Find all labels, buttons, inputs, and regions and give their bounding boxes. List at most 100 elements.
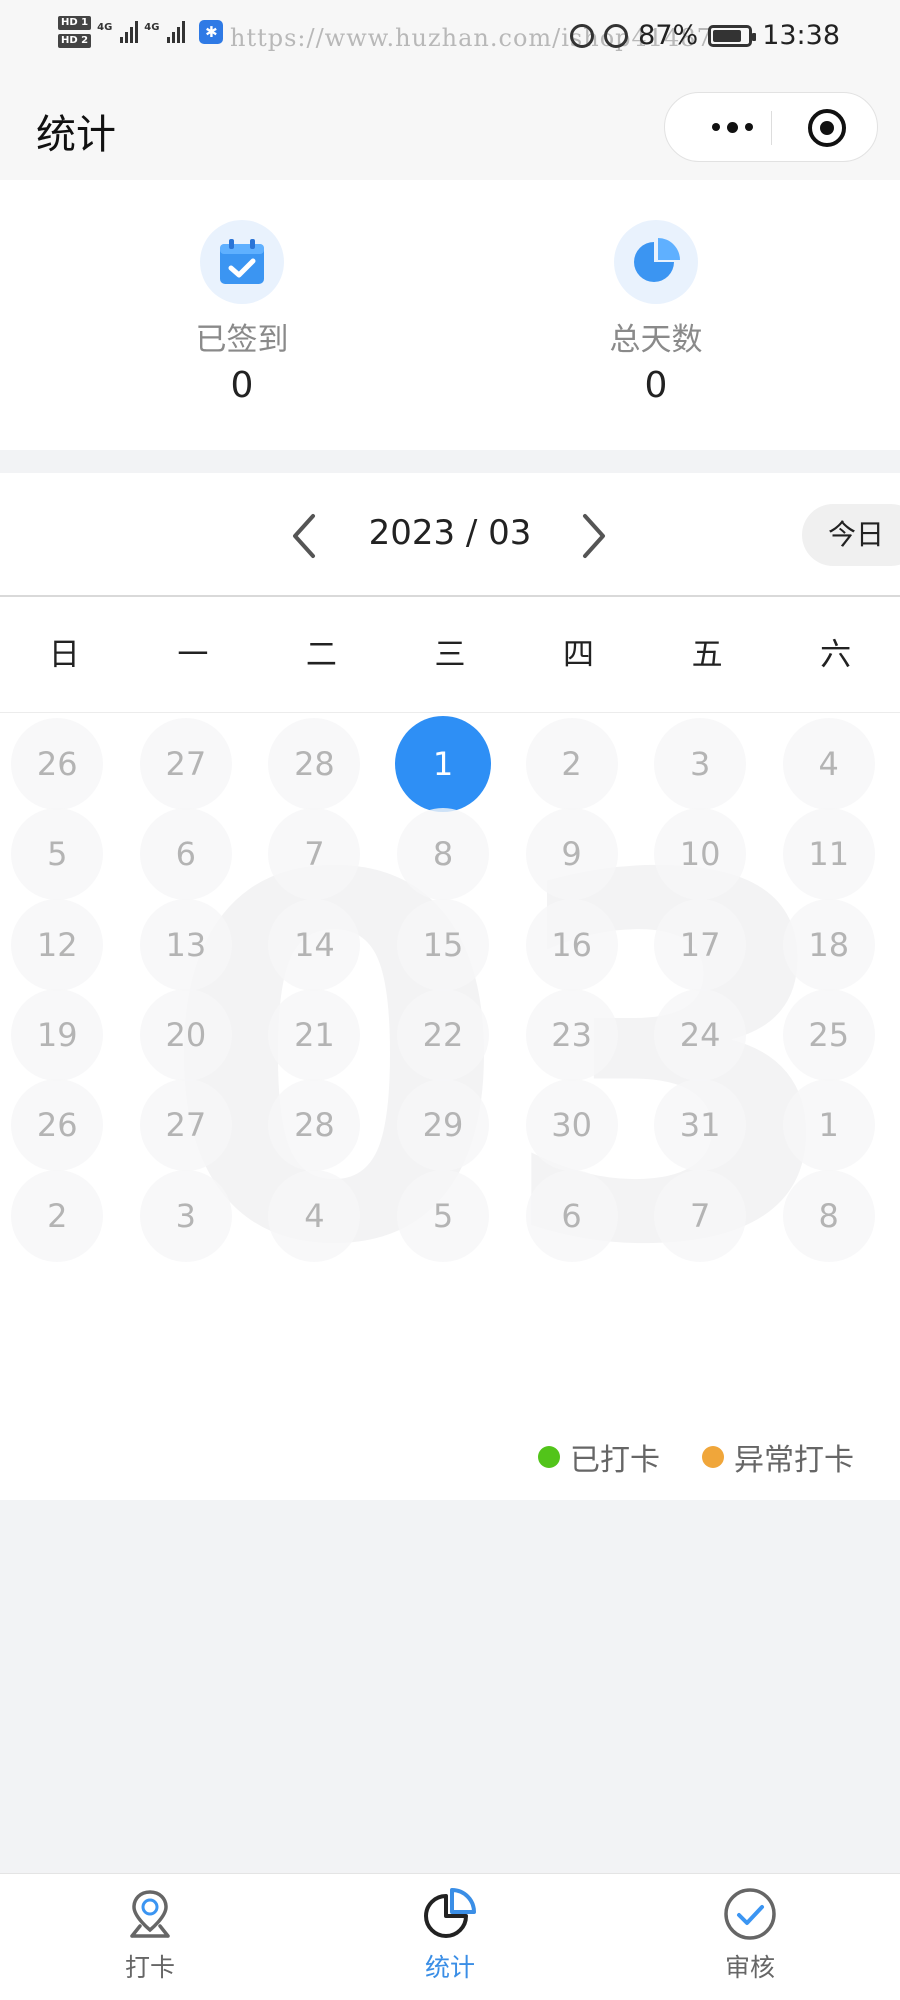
- calendar-day[interactable]: 23: [525, 988, 618, 1081]
- stats-panel: 已签到 0 总天数 0: [0, 180, 900, 450]
- nav-bar: 统计: [0, 80, 900, 180]
- tab-label: 统计: [424, 1953, 475, 1982]
- calendar-day[interactable]: 28: [268, 718, 361, 810]
- status-bar: HD 1 HD 2 4G 4G ✱ https://www.huzhan.com…: [0, 0, 900, 80]
- calendar-day[interactable]: 3: [139, 1169, 232, 1262]
- tab-check-in[interactable]: 打卡: [70, 1882, 230, 1984]
- network-type-2: 4G: [144, 22, 160, 33]
- tab-label: 打卡: [124, 1953, 175, 1982]
- calendar-day[interactable]: 15: [397, 898, 489, 991]
- calendar-day[interactable]: 27: [139, 718, 232, 810]
- legend: 已打卡 异常打卡: [0, 1435, 900, 1478]
- calendar-day[interactable]: 12: [11, 898, 104, 991]
- calendar-day[interactable]: 2: [525, 718, 618, 810]
- hd1-badge: HD 1: [58, 16, 92, 30]
- today-button[interactable]: 今日: [802, 504, 900, 566]
- mini-program-capsule: [664, 92, 878, 162]
- calendar-day[interactable]: 30: [525, 1079, 618, 1172]
- calendar-header: 2023 / 03 今日: [0, 473, 900, 597]
- month-label: 2023 / 03: [368, 513, 532, 553]
- hd2-badge: HD 2: [58, 34, 92, 48]
- calendar-day[interactable]: 1: [782, 1079, 875, 1172]
- calendar-day[interactable]: 9: [525, 808, 618, 901]
- pie-chart-icon: [370, 1882, 530, 1946]
- calendar-day[interactable]: 18: [782, 898, 875, 991]
- legend-item-abnormal: 异常打卡: [702, 1435, 854, 1479]
- status-left: HD 1 HD 2 4G 4G ✱: [58, 16, 224, 48]
- check-circle-icon: [670, 1882, 830, 1946]
- stat-signed-in: 已签到 0: [132, 220, 352, 406]
- hd-badges: HD 1 HD 2: [58, 16, 92, 48]
- status-time: 13:38: [762, 20, 840, 51]
- legend-label: 已打卡: [570, 1443, 660, 1478]
- tab-review[interactable]: 审核: [670, 1882, 830, 1984]
- calendar-day[interactable]: 13: [139, 898, 232, 991]
- calendar-day[interactable]: 19: [11, 988, 104, 1081]
- calendar-day[interactable]: 26: [11, 1079, 104, 1172]
- tab-label: 审核: [724, 1953, 775, 1982]
- calendar-day[interactable]: 10: [654, 808, 747, 901]
- legend-dot: [702, 1446, 724, 1468]
- calendar-day[interactable]: 5: [11, 808, 104, 901]
- more-dots-icon[interactable]: [695, 93, 769, 161]
- calendar-day[interactable]: 3: [654, 718, 747, 810]
- calendar-day[interactable]: 27: [139, 1079, 232, 1172]
- chevron-right-icon: [583, 514, 605, 558]
- legend-dot: [538, 1446, 560, 1468]
- calendar-day[interactable]: 21: [268, 988, 361, 1081]
- weekday-label: 一: [177, 637, 209, 673]
- calendar-check-icon: [200, 220, 284, 304]
- stat-label: 总天数: [609, 322, 703, 358]
- calendar-day[interactable]: 25: [782, 988, 875, 1081]
- calendar-day[interactable]: 11: [782, 808, 875, 901]
- calendar-day-selected[interactable]: 1: [395, 716, 491, 812]
- weekday-row: 日 一 二 三 四 五 六: [0, 599, 900, 713]
- stat-total-days: 总天数 0: [546, 220, 766, 406]
- calendar-day[interactable]: 4: [782, 718, 875, 810]
- calendar-day[interactable]: 6: [139, 808, 232, 901]
- calendar-day[interactable]: 6: [525, 1169, 618, 1262]
- legend-label: 异常打卡: [734, 1443, 854, 1478]
- page-title: 统计: [36, 112, 116, 158]
- capsule-divider: [771, 111, 772, 145]
- weekday-label: 三: [434, 637, 466, 673]
- app-notification-icon: ✱: [199, 20, 224, 44]
- calendar-day[interactable]: 14: [268, 898, 361, 991]
- calendar-day[interactable]: 7: [268, 808, 361, 901]
- target-icon[interactable]: [808, 109, 846, 147]
- battery-icon: [708, 24, 757, 47]
- calendar-day[interactable]: 29: [397, 1079, 489, 1172]
- mute-icon: [604, 23, 629, 48]
- calendar-day[interactable]: 8: [397, 808, 489, 901]
- stat-value: 0: [230, 365, 254, 406]
- calendar-day[interactable]: 5: [397, 1169, 489, 1262]
- stat-label: 已签到: [195, 322, 289, 358]
- legend-item-checked-in: 已打卡: [538, 1435, 660, 1479]
- calendar-day[interactable]: 31: [654, 1079, 747, 1172]
- calendar-day[interactable]: 17: [654, 898, 747, 991]
- calendar-day[interactable]: 4: [268, 1169, 361, 1262]
- calendar-day[interactable]: 26: [11, 718, 104, 810]
- battery-percent: 87%: [638, 20, 699, 51]
- weekday-label: 日: [48, 637, 80, 673]
- prev-month-button[interactable]: [286, 511, 322, 561]
- signal-icon-2: [167, 21, 186, 43]
- weekday-label: 四: [563, 637, 595, 673]
- signal-icon: [120, 21, 139, 43]
- calendar-day[interactable]: 24: [654, 988, 747, 1081]
- alarm-icon: [570, 23, 595, 48]
- next-month-button[interactable]: [576, 511, 612, 561]
- tab-statistics[interactable]: 统计: [370, 1882, 530, 1984]
- calendar-day[interactable]: 20: [139, 988, 232, 1081]
- calendar: 03 2023 / 03 今日 日 一 二 三 四 五 六 26 27 28 1 2 3 4…: [0, 473, 900, 1500]
- chevron-left-icon: [293, 514, 315, 558]
- calendar-day[interactable]: 8: [782, 1169, 875, 1262]
- calendar-day[interactable]: 2: [11, 1169, 104, 1262]
- calendar-day[interactable]: 7: [654, 1169, 747, 1262]
- network-type-1: 4G: [97, 22, 113, 33]
- calendar-day[interactable]: 16: [525, 898, 618, 991]
- weekday-label: 五: [691, 637, 723, 673]
- calendar-day[interactable]: 28: [268, 1079, 361, 1172]
- pie-chart-icon: [614, 220, 698, 304]
- calendar-day[interactable]: 22: [397, 988, 489, 1081]
